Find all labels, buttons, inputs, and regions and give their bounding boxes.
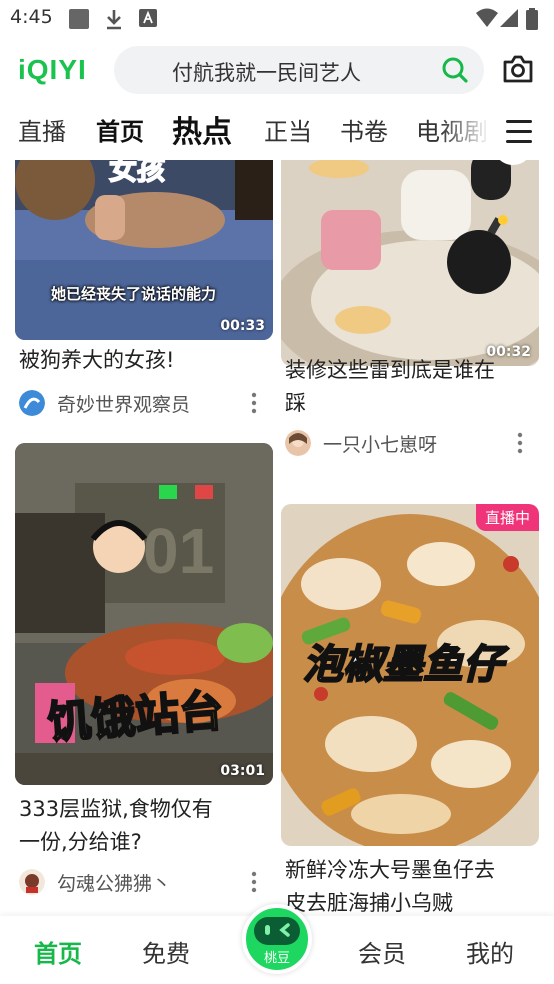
more-options-icon[interactable] (251, 871, 257, 893)
battery-icon (526, 8, 538, 30)
tab-live[interactable]: 直播 (18, 112, 66, 147)
nav-home[interactable]: 首页 (34, 934, 82, 969)
video-card-4[interactable]: 泡椒墨鱼仔 直播中 新鲜冷冻大号墨鱼仔去 皮去脏海捕小乌贼 (281, 504, 539, 916)
thumbnail-image (281, 160, 539, 366)
download-icon (107, 10, 121, 30)
peach-mascot-icon (254, 917, 300, 945)
avatar[interactable] (19, 869, 45, 895)
thumbnail-subtitle: 她已经丧失了说话的能力 (51, 285, 217, 303)
video-title-line: 装修这些雷到底是谁在 (285, 358, 495, 382)
author-row: 勾魂公狒狒丶 (19, 867, 269, 897)
iqiyi-logo[interactable]: iQIYI (18, 54, 87, 86)
app-header: iQIYI 付航我就一民间艺人 (0, 36, 554, 104)
video-thumbnail[interactable]: 女孩 她已经丧失了说话的能力 00:33 (15, 160, 273, 340)
more-options-icon[interactable] (517, 432, 523, 454)
author-row: 一只小七崽呀 (285, 428, 535, 458)
video-title[interactable]: 装修这些雷到底是谁在 踩 (285, 354, 535, 420)
video-title-line: 新鲜冷冻大号墨鱼仔去 (285, 858, 495, 882)
nav-vip[interactable]: 会员 (358, 934, 406, 969)
avatar[interactable] (19, 390, 45, 416)
video-thumbnail[interactable]: 泡椒墨鱼仔 直播中 (281, 504, 539, 846)
video-card-3[interactable]: 01 饥饿站台 03:01 333层监狱,食物仅有 一份,分给谁? 勾魂公狒狒丶 (15, 443, 273, 903)
nav-center-peach-button[interactable]: 桃豆 (242, 904, 312, 974)
thumbnail-caption: 女孩 (108, 160, 166, 187)
menu-icon[interactable] (500, 112, 540, 152)
video-thumbnail[interactable]: 01 饥饿站台 03:01 (15, 443, 273, 785)
author-name[interactable]: 勾魂公狒狒丶 (57, 869, 171, 896)
tab-home[interactable]: 首页 (96, 112, 144, 147)
video-duration: 03:01 (220, 763, 265, 779)
video-duration: 00:33 (220, 318, 265, 334)
video-title-line: 一份,分给谁? (19, 830, 142, 854)
tabs-fade (440, 104, 496, 160)
thumbnail-caption: 泡椒墨鱼仔 (302, 641, 504, 689)
status-bar: 4:45 (0, 0, 554, 36)
search-box[interactable]: 付航我就一民间艺人 (114, 46, 484, 94)
mascot-eyes-icon (265, 923, 290, 937)
video-title[interactable]: 333层监狱,食物仅有 一份,分给谁? (19, 793, 269, 859)
bottom-nav: 首页 免费 桃豆 会员 我的 (0, 904, 554, 984)
video-title-line: 333层监狱,食物仅有 (19, 797, 213, 821)
search-hint: 付航我就一民间艺人 (172, 61, 361, 85)
author-row: 奇妙世界观察员 (19, 388, 269, 418)
cell-number-sign: 01 (143, 515, 214, 587)
video-title-line: 踩 (285, 391, 306, 415)
thumbnail-caption: 饥饿站台 (45, 685, 226, 750)
video-card-1[interactable]: 女孩 她已经丧失了说话的能力 00:33 被狗养大的女孩! 奇妙世界观察员 (15, 160, 273, 416)
camera-icon[interactable] (502, 54, 534, 84)
status-time: 4:45 (10, 6, 53, 28)
video-title-line: 皮去脏海捕小乌贼 (285, 891, 453, 915)
wifi-icon (476, 8, 498, 27)
app-notification-icon (139, 9, 157, 27)
more-options-icon[interactable] (251, 392, 257, 414)
nav-free[interactable]: 免费 (142, 934, 190, 969)
notification-square-icon (69, 9, 89, 29)
author-name[interactable]: 奇妙世界观察员 (57, 390, 190, 417)
tab-hot[interactable]: 热点 (172, 107, 232, 151)
cell-signal-icon (500, 9, 518, 27)
nav-center-label: 桃豆 (263, 951, 290, 966)
search-icon[interactable] (442, 57, 468, 83)
category-tabs: 直播 首页 热点 正当 书卷 电视剧 (0, 104, 554, 160)
tab-books[interactable]: 书卷 (340, 112, 388, 147)
video-title[interactable]: 被狗养大的女孩! (19, 344, 269, 377)
tab-zhengdang[interactable]: 正当 (264, 112, 312, 147)
video-title[interactable]: 新鲜冷冻大号墨鱼仔去 皮去脏海捕小乌贼 (285, 854, 535, 916)
video-card-2[interactable]: 00:32 装修这些雷到底是谁在 踩 一只小七崽呀 (281, 160, 539, 456)
live-badge: 直播中 (475, 504, 539, 531)
author-name[interactable]: 一只小七崽呀 (323, 430, 437, 457)
nav-mine[interactable]: 我的 (466, 934, 514, 969)
video-thumbnail[interactable]: 00:32 (281, 160, 539, 366)
avatar[interactable] (285, 430, 311, 456)
video-feed: 女孩 她已经丧失了说话的能力 00:33 被狗养大的女孩! 奇妙世界观察员 00… (0, 160, 554, 916)
